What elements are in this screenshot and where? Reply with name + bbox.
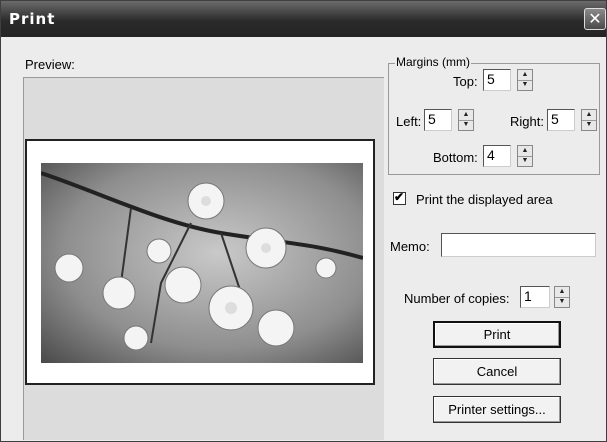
left-margin-input[interactable]: 5 — [424, 109, 452, 131]
right-margin-spinner[interactable]: ▲ ▼ — [581, 109, 597, 131]
copies-spinner[interactable]: ▲ ▼ — [554, 286, 570, 308]
print-dialog: Print ✕ Preview: Margins (mm) Top: 5 ▲ ▼… — [0, 0, 607, 442]
top-margin-input[interactable]: 5 — [483, 69, 511, 91]
spin-down-icon[interactable]: ▼ — [555, 297, 569, 307]
print-button[interactable]: Print — [433, 321, 561, 348]
preview-label: Preview: — [25, 57, 75, 72]
bottom-margin-label: Bottom: — [433, 150, 478, 165]
close-button[interactable]: ✕ — [584, 8, 606, 30]
copies-label: Number of copies: — [404, 291, 510, 306]
right-margin-input[interactable]: 5 — [547, 109, 575, 131]
printer-settings-button[interactable]: Printer settings... — [433, 396, 561, 423]
print-displayed-area-label[interactable]: Print the displayed area — [416, 192, 553, 207]
copies-input[interactable]: 1 — [520, 286, 550, 308]
top-margin-label: Top: — [453, 74, 478, 89]
title-bar: Print ✕ — [1, 1, 606, 37]
spin-down-icon[interactable]: ▼ — [518, 156, 532, 166]
left-margin-spinner[interactable]: ▲ ▼ — [458, 109, 474, 131]
spin-down-icon[interactable]: ▼ — [582, 120, 596, 130]
margins-group-title: Margins (mm) — [395, 55, 471, 69]
close-icon: ✕ — [588, 9, 602, 28]
spin-down-icon[interactable]: ▼ — [518, 80, 532, 90]
bottom-margin-spinner[interactable]: ▲ ▼ — [517, 145, 533, 167]
preview-photo — [41, 163, 363, 363]
right-margin-label: Right: — [510, 114, 544, 129]
cancel-button[interactable]: Cancel — [433, 358, 561, 385]
left-margin-label: Left: — [396, 114, 422, 129]
print-displayed-area-checkbox[interactable]: ✔ — [393, 190, 406, 205]
top-margin-spinner[interactable]: ▲ ▼ — [517, 69, 533, 91]
memo-input[interactable] — [441, 233, 596, 257]
checkmark-icon: ✔ — [394, 190, 405, 204]
spin-down-icon[interactable]: ▼ — [459, 120, 473, 130]
bottom-margin-input[interactable]: 4 — [483, 145, 511, 167]
memo-label: Memo: — [390, 239, 430, 254]
dialog-title: Print — [9, 10, 56, 28]
preview-page — [25, 139, 375, 385]
